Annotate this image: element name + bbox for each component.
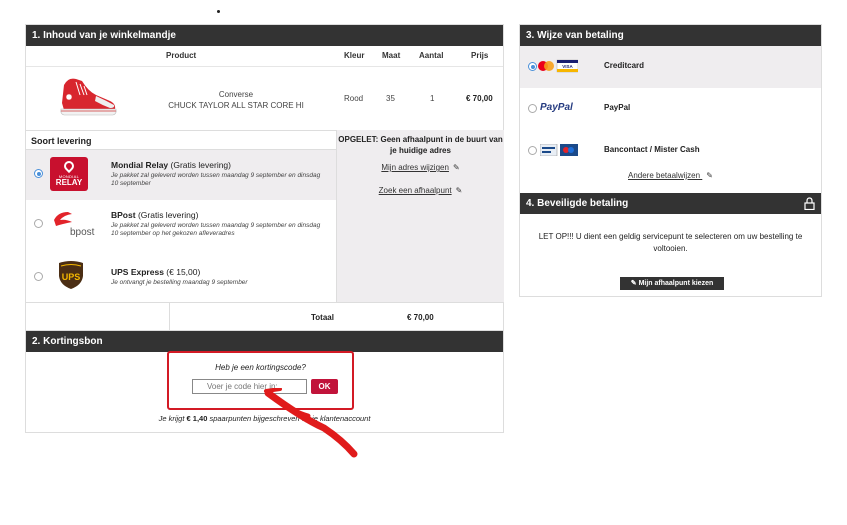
bpost-logo: bpost xyxy=(50,210,98,242)
pencil-icon: ✎ xyxy=(630,280,637,287)
product-model: CHUCK TAYLOR ALL STAR CORE HI xyxy=(168,101,304,110)
radio-bancontact[interactable] xyxy=(528,146,537,155)
shipping-title: Soort levering xyxy=(26,130,336,150)
product-price: € 70,00 xyxy=(466,94,493,103)
payment-option-creditcard[interactable]: VISA Creditcard xyxy=(520,46,821,88)
creditcard-logos-icon: VISA xyxy=(538,59,578,73)
svg-text:VISA: VISA xyxy=(562,64,573,69)
shipping-option-ups[interactable]: UPS UPS Express (€ 15,00) Je ontvangt je… xyxy=(26,250,336,300)
payment-name-bancontact: Bancontact / Mister Cash xyxy=(604,145,700,154)
pencil-icon: ✎ xyxy=(455,186,463,195)
radio-bpost[interactable] xyxy=(34,219,43,228)
pencil-icon: ✎ xyxy=(706,171,713,180)
ups-logo: UPS xyxy=(58,260,84,290)
product-qty: 1 xyxy=(430,94,435,103)
payment-option-bancontact[interactable]: Bancontact / Mister Cash xyxy=(520,130,821,172)
payment-name-creditcard: Creditcard xyxy=(604,61,645,70)
shipping-option-bpost[interactable]: bpost BPost (Gratis levering) Je pakket … xyxy=(26,200,336,250)
shipping-title-mondial: Mondial Relay (Gratis levering) xyxy=(111,160,231,170)
radio-paypal[interactable] xyxy=(528,104,537,113)
shipping-desc-mondial: Je pakket zal geleverd worden tussen maa… xyxy=(111,172,321,187)
find-pickup-link[interactable]: Zoek een afhaalpunt ✎ xyxy=(337,186,504,195)
paypal-logo: PayPal xyxy=(540,102,573,113)
sneaker-image xyxy=(60,78,117,116)
pencil-icon: ✎ xyxy=(452,163,460,172)
bpost-horn-icon xyxy=(54,212,72,226)
product-size: 35 xyxy=(386,94,395,103)
col-qty: Aantal xyxy=(419,51,444,60)
total-label: Totaal xyxy=(311,313,334,322)
svg-text:UPS: UPS xyxy=(62,272,81,282)
cart-panel: 1. Inhoud van je winkelmandje Product Kl… xyxy=(25,24,504,331)
stray-dot xyxy=(217,10,220,13)
shipping-desc-bpost: Je pakket zal geleverd worden tussen maa… xyxy=(111,222,321,237)
product-name[interactable]: Converse CHUCK TAYLOR ALL STAR CORE HI xyxy=(156,89,316,111)
pickup-warning: OPGELET: Geen afhaalpunt in de buurt van… xyxy=(338,135,503,155)
payment-option-paypal[interactable]: PayPal PayPal xyxy=(520,88,821,130)
radio-mondial-relay[interactable] xyxy=(34,169,43,178)
red-arrow-annotation xyxy=(264,388,358,458)
other-payment-methods-link[interactable]: Andere betaalwijzen ✎ xyxy=(520,171,821,180)
payment-panel: 3. Wijze van betaling VISA Creditcard Pa… xyxy=(519,24,822,297)
choose-pickup-button[interactable]: ✎ Mijn afhaalpunt kiezen xyxy=(620,277,724,290)
security-header: 4. Beveiligde betaling xyxy=(520,193,821,214)
pin-icon xyxy=(61,158,77,174)
col-price: Prijs xyxy=(471,51,489,60)
lock-icon xyxy=(804,197,815,210)
shipping-desc-ups: Je ontvangt je bestelling maandag 9 sept… xyxy=(111,279,248,286)
total-value: € 70,00 xyxy=(407,313,434,322)
total-row: Totaal € 70,00 xyxy=(26,302,503,331)
radio-ups[interactable] xyxy=(34,272,43,281)
shipping-title-bpost: BPost (Gratis levering) xyxy=(111,210,199,220)
col-size: Maat xyxy=(382,51,401,60)
mondial-relay-logo: MONDIAL RELAY xyxy=(50,157,88,191)
pickup-notice-panel: OPGELET: Geen afhaalpunt in de buurt van… xyxy=(336,130,504,302)
cart-header: 1. Inhoud van je winkelmandje xyxy=(26,25,503,46)
product-color: Rood xyxy=(344,94,364,103)
payment-header: 3. Wijze van betaling xyxy=(520,25,821,46)
change-address-link[interactable]: Mijn adres wijzigen ✎ xyxy=(337,163,504,172)
shipping-options: Soort levering MONDIAL RELAY Mondial Rel… xyxy=(26,130,336,302)
col-color: Kleur xyxy=(344,51,365,60)
coupon-question: Heb je een kortingscode? xyxy=(215,363,306,372)
radio-creditcard[interactable] xyxy=(528,62,537,71)
cart-table-header: Product Kleur Maat Aantal Prijs xyxy=(26,46,503,66)
shipping-title-ups: UPS Express (€ 15,00) xyxy=(111,267,201,277)
coupon-header: 2. Kortingsbon xyxy=(26,331,503,352)
col-product: Product xyxy=(166,51,197,60)
bancontact-logos-icon xyxy=(540,144,578,156)
shipping-option-mondial-relay[interactable]: MONDIAL RELAY Mondial Relay (Gratis leve… xyxy=(26,150,336,200)
security-message: LET OP!!! U dient een geldig servicepunt… xyxy=(538,232,803,253)
payment-name-paypal: PayPal xyxy=(604,103,631,112)
product-brand: Converse xyxy=(218,90,254,99)
